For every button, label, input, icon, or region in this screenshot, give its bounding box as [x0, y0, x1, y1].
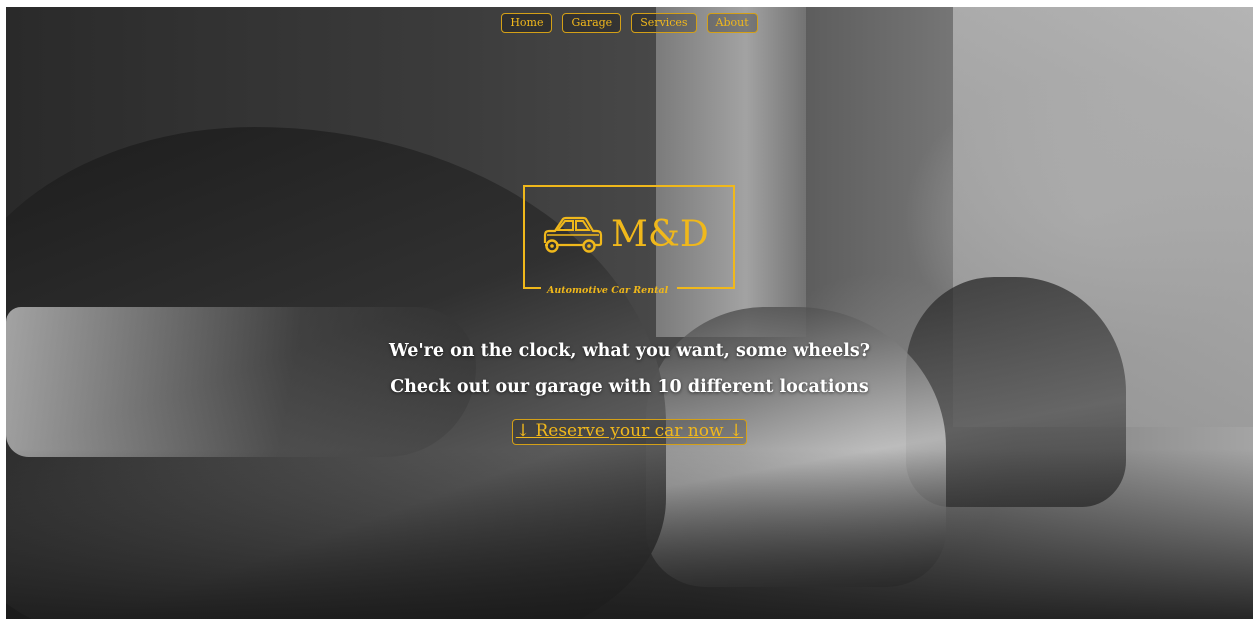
logo-frame-bottom-right	[677, 287, 735, 289]
nav-services-link[interactable]: Services	[631, 13, 697, 33]
logo-name: M&D	[611, 214, 709, 255]
hero-headline-primary: We're on the clock, what you want, some …	[388, 341, 871, 361]
nav-garage-link[interactable]: Garage	[562, 13, 622, 33]
hero-headline-secondary: Check out our garage with 10 different l…	[390, 377, 869, 397]
top-nav: Home Garage Services About	[6, 13, 1253, 33]
logo-frame-bottom-left	[523, 287, 541, 289]
car-icon	[543, 216, 603, 253]
background-floor	[6, 449, 1253, 619]
cta-container: ↓ Reserve your car now ↓	[6, 419, 1253, 445]
reserve-car-button[interactable]: ↓ Reserve your car now ↓	[511, 419, 748, 445]
nav-home-link[interactable]: Home	[501, 13, 553, 33]
hero-section: Home Garage Services About M&D Automotiv…	[6, 7, 1253, 619]
nav-about-link[interactable]: About	[706, 13, 758, 33]
logo-tagline: Automotive Car Rental	[547, 285, 669, 296]
brand-logo: M&D Automotive Car Rental	[523, 185, 735, 296]
